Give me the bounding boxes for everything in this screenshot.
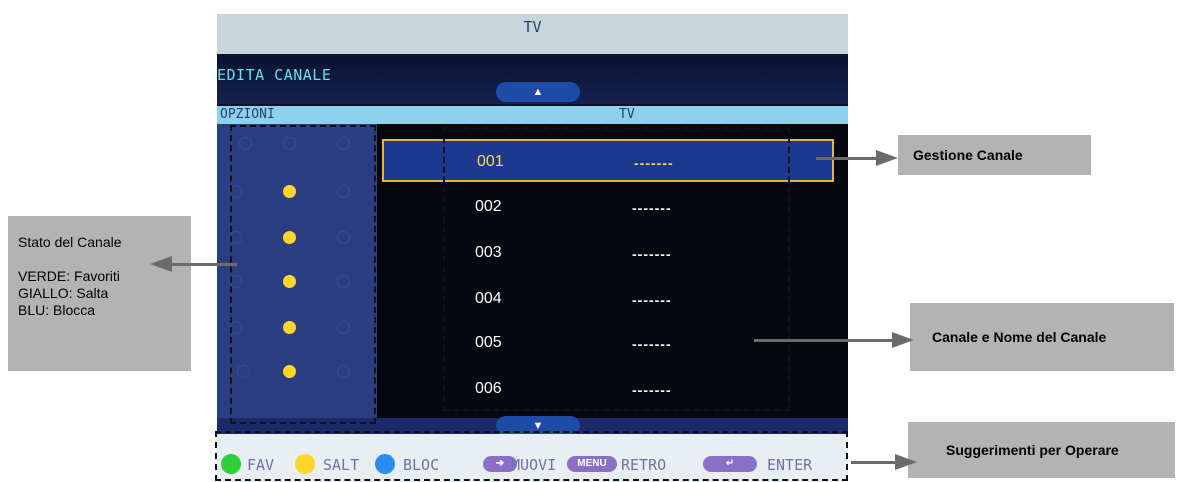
channel-highlight-box xyxy=(443,127,790,411)
column-tv-label: TV xyxy=(619,107,635,122)
arrow-right-icon xyxy=(876,150,898,166)
arrow-up-icon: ▲ xyxy=(532,86,544,98)
column-options-label: OPZIONI xyxy=(220,107,275,122)
callout-channel-status: Stato del Canale VERDE: Favoriti GIALLO:… xyxy=(8,216,191,371)
hints-highlight-box xyxy=(215,431,848,481)
scroll-up-button[interactable]: ▲ xyxy=(496,82,580,102)
arrow-line xyxy=(170,263,237,266)
arrow-left-icon xyxy=(150,256,172,272)
arrow-line xyxy=(851,461,897,464)
callout-channel-management: Gestione Canale xyxy=(898,135,1091,175)
callout-status-blue: BLU: Blocca xyxy=(18,302,96,318)
top-bar: TV xyxy=(217,14,848,54)
status-highlight-box xyxy=(230,125,376,424)
arrow-right-icon xyxy=(892,332,914,348)
callout-status-title: Stato del Canale xyxy=(18,234,122,250)
callout-operating-hints: Suggerimenti per Operare xyxy=(908,422,1175,478)
arrow-line xyxy=(816,157,878,160)
page-title: EDITA CANALE xyxy=(217,66,332,84)
callout-status-yellow: GIALLO: Salta xyxy=(18,285,109,301)
arrow-line xyxy=(754,339,894,342)
arrow-right-icon xyxy=(895,454,917,470)
column-header: OPZIONI TV xyxy=(217,106,848,124)
callout-channel-name: Canale e Nome del Canale xyxy=(910,303,1174,371)
source-title: TV xyxy=(523,18,542,36)
